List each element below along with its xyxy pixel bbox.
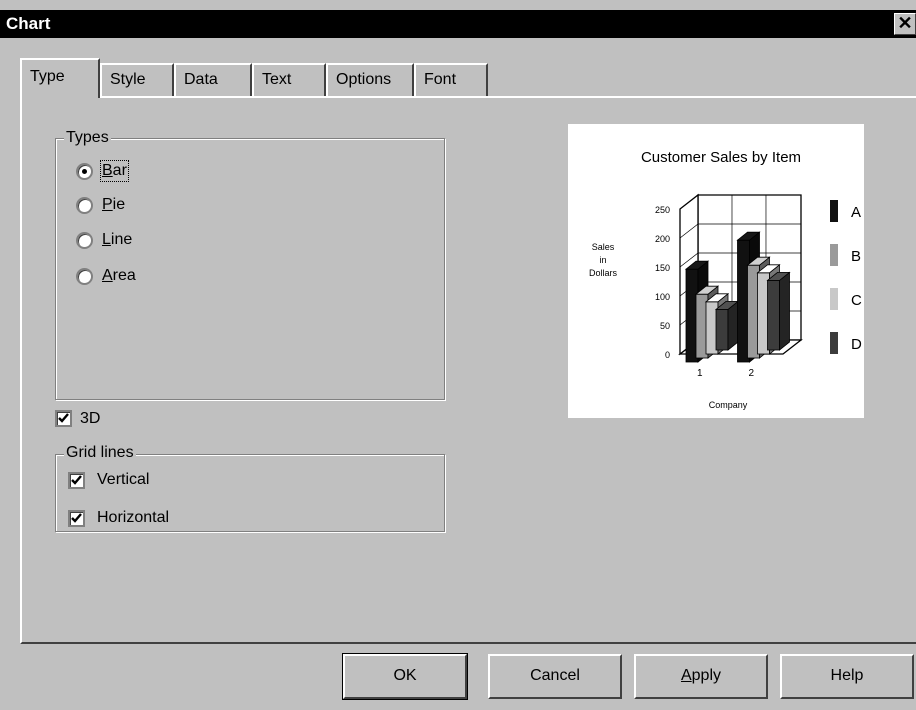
types-group-title: Types <box>64 129 111 146</box>
chart-ylabel: Sales <box>592 242 615 252</box>
radio-area-label[interactable]: Area <box>102 267 136 285</box>
chart-preview: Customer Sales by Item 250 200 150 100 50 0 1 2 S… <box>568 124 864 418</box>
radio-pie-button[interactable] <box>76 197 93 214</box>
check-icon <box>71 475 82 485</box>
chart-bar <box>767 279 780 351</box>
chart-legend-swatch <box>830 288 838 310</box>
chart-category-label: 2 <box>748 368 754 379</box>
chart-ylabel: in <box>599 255 606 265</box>
chart-ytick-label: 250 <box>655 205 670 215</box>
chart-ytick-label: 200 <box>655 234 670 244</box>
checkbox-horizontal-label[interactable]: Horizontal <box>97 509 169 527</box>
check-icon <box>71 513 82 523</box>
chart-svg: Customer Sales by Item 250 200 150 100 50 0 1 2 S… <box>589 149 862 410</box>
checkbox-vertical[interactable] <box>68 472 85 489</box>
chart-legend-label: B <box>851 248 861 265</box>
chart-ytick-label: 50 <box>660 321 670 331</box>
chart-ytick-label: 100 <box>655 292 670 302</box>
panel-content: Types Bar Pie Line Area 3D Grid lines Ve… <box>0 0 916 710</box>
chart-ylabel: Dollars <box>589 268 618 278</box>
checkbox-vertical-label[interactable]: Vertical <box>97 471 149 489</box>
chart-xlabel: Company <box>709 400 748 410</box>
chart-legend-swatch <box>830 244 838 266</box>
radio-selected-dot <box>82 169 87 174</box>
chart-bar <box>715 308 729 351</box>
chart-legend-swatch <box>830 200 838 222</box>
radio-pie-label[interactable]: Pie <box>102 196 125 214</box>
radio-line-label[interactable]: Line <box>102 231 132 249</box>
chart-bar-side <box>779 271 790 351</box>
check-icon <box>58 413 69 423</box>
chart-ytick-label: 150 <box>655 263 670 273</box>
checkbox-horizontal[interactable] <box>68 510 85 527</box>
chart-legend-swatch <box>830 332 838 354</box>
chart-ytick-label: 0 <box>665 350 670 360</box>
radio-area-button[interactable] <box>76 268 93 285</box>
radio-bar-button[interactable] <box>76 163 93 180</box>
radio-line-button[interactable] <box>76 232 93 249</box>
chart-dialog: Chart ✕ Type Style Data Text Options Fon… <box>0 0 916 710</box>
chart-legend-label: C <box>851 292 862 309</box>
grid-lines-group-title: Grid lines <box>64 444 136 461</box>
chart-legend-label: A <box>851 204 861 221</box>
checkbox-3d[interactable] <box>55 410 72 427</box>
chart-category-label: 1 <box>697 368 703 379</box>
chart-title: Customer Sales by Item <box>641 149 801 166</box>
chart-legend-label: D <box>851 336 862 353</box>
checkbox-3d-label[interactable]: 3D <box>80 410 100 428</box>
radio-bar-label[interactable]: Bar <box>100 160 129 182</box>
